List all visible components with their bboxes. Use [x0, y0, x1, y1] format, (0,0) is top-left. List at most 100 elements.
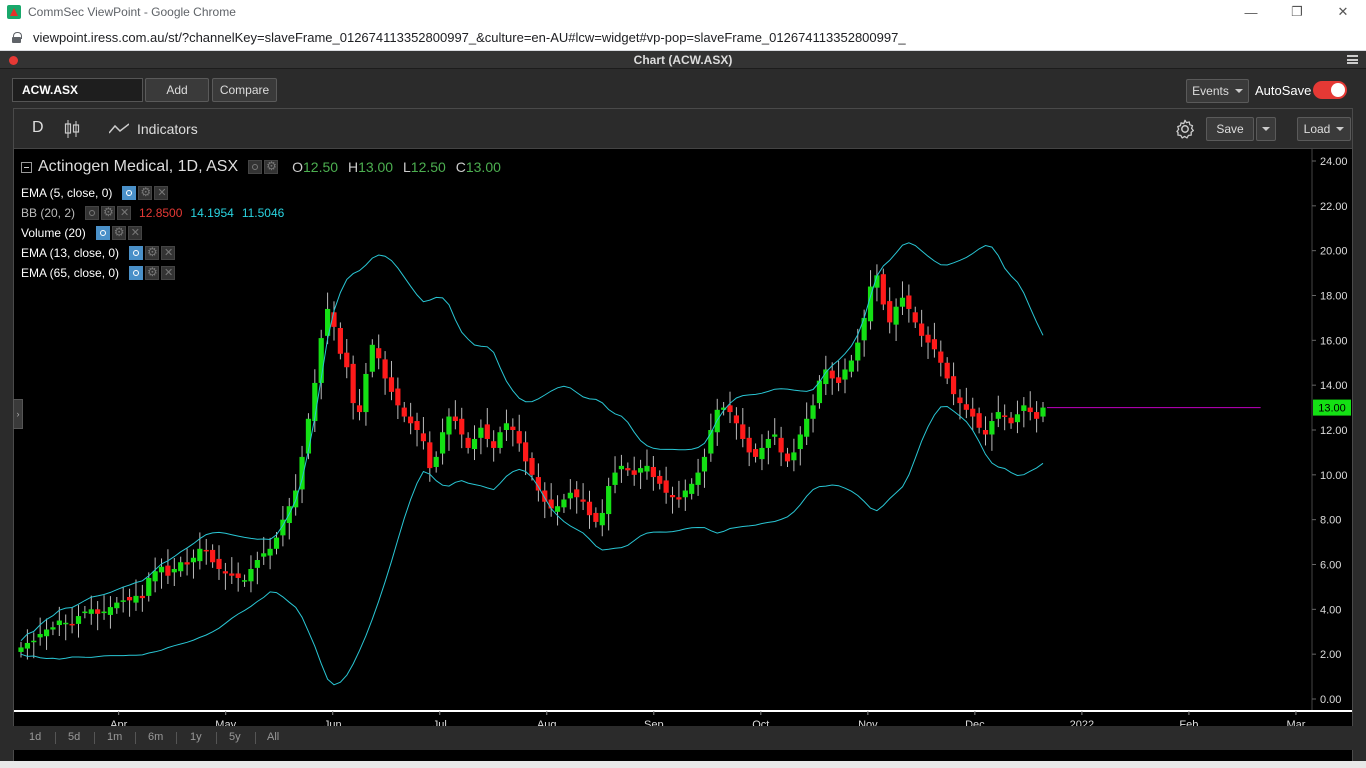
tf-1y[interactable]: 1y	[190, 731, 202, 743]
load-dropdown[interactable]: Load	[1297, 117, 1351, 141]
candle-up	[567, 492, 573, 499]
save-options-dropdown[interactable]	[1256, 117, 1276, 141]
gear-icon[interactable]	[145, 265, 160, 280]
candle-up	[107, 607, 114, 615]
tf-1d[interactable]: 1d	[29, 731, 41, 743]
load-label: Load	[1303, 122, 1331, 136]
autosave-toggle[interactable]	[1313, 81, 1347, 99]
add-button[interactable]: Add	[145, 78, 209, 102]
candle-up	[848, 360, 854, 372]
price-chart[interactable]: 24.00 22.00 20.00 18.00 16.00 14.00 12.00 10.00…	[14, 149, 1352, 762]
candle-up	[1040, 407, 1046, 417]
tf-5d[interactable]: 5d	[68, 731, 80, 743]
tf-1m[interactable]: 1m	[107, 731, 122, 743]
candle-down	[420, 433, 427, 442]
gear-icon[interactable]	[145, 245, 160, 260]
candle-down	[727, 405, 733, 413]
candle-up	[24, 642, 30, 649]
hamburger-menu-icon[interactable]	[1347, 55, 1358, 64]
events-dropdown[interactable]: Events	[1186, 79, 1249, 103]
instrument-title: Actinogen Medical, 1D, ASX	[38, 158, 239, 175]
candle-down	[408, 416, 414, 424]
open-value: 12.50	[303, 159, 339, 175]
tf-5y[interactable]: 5y	[229, 731, 241, 743]
candle-up	[606, 486, 612, 515]
commsec-favicon-icon	[7, 5, 21, 19]
tf-6m[interactable]: 6m	[148, 731, 163, 743]
lock-icon[interactable]	[12, 31, 22, 43]
candle-up	[261, 553, 267, 557]
candle-down	[484, 424, 490, 439]
restore-icon[interactable]: ❐	[1274, 0, 1320, 24]
save-button[interactable]: Save	[1206, 117, 1254, 141]
gear-icon[interactable]	[264, 159, 279, 174]
candle-up	[503, 423, 510, 430]
remove-icon[interactable]	[117, 206, 132, 220]
indicators-button[interactable]: Indicators	[137, 121, 198, 137]
candle-down	[350, 363, 356, 404]
url-text[interactable]: viewpoint.iress.com.au/st/?channelKey=sl…	[33, 30, 906, 45]
candle-down	[957, 397, 963, 404]
candle-down	[465, 437, 471, 448]
bollinger-lower-band	[20, 405, 1044, 686]
address-bar[interactable]: viewpoint.iress.com.au/st/?channelKey=sl…	[0, 24, 1366, 51]
expand-sidebar-icon[interactable]: ›	[13, 399, 23, 429]
minimize-icon[interactable]: —	[1228, 0, 1274, 24]
high-key: H	[347, 159, 359, 175]
close-value: 13.00	[465, 159, 501, 175]
indicator-ema65: EMA (65, close, 0)	[21, 265, 176, 280]
eye-icon[interactable]	[248, 160, 263, 174]
candle-down	[222, 571, 228, 574]
chart-toolbar: D Indicators Save Load	[14, 109, 1352, 149]
compare-button[interactable]: Compare	[212, 78, 277, 102]
indicator-label: EMA (65, close, 0)	[21, 266, 120, 280]
candle-down	[733, 415, 739, 424]
candle-up	[772, 434, 778, 437]
candle-up	[120, 600, 126, 602]
chevron-down-icon	[1262, 127, 1270, 131]
gear-icon[interactable]	[101, 205, 116, 220]
candle-down	[593, 512, 599, 522]
price-tick-label: 12.00	[1320, 425, 1348, 437]
symbol-input[interactable]	[12, 78, 143, 102]
interval-button[interactable]: D	[32, 119, 44, 137]
window-controls: — ❐ ✕	[1228, 0, 1366, 24]
collapse-legend-icon[interactable]	[21, 161, 32, 173]
eye-icon[interactable]	[122, 186, 137, 200]
candle-down	[574, 489, 580, 498]
tf-all[interactable]: All	[267, 731, 279, 743]
candle-up	[50, 627, 56, 630]
candle-down	[1002, 415, 1008, 417]
last-price-label: 13.00	[1318, 403, 1346, 415]
candle-down	[976, 413, 982, 428]
candle-up	[637, 468, 644, 473]
candle-up	[842, 369, 848, 380]
settings-gear-icon[interactable]	[1174, 118, 1196, 140]
eye-icon[interactable]	[129, 246, 144, 260]
remove-icon[interactable]	[161, 266, 176, 280]
candle-down	[657, 475, 663, 484]
remove-icon[interactable]	[161, 246, 176, 260]
indicators-icon[interactable]	[109, 123, 129, 135]
candle-down	[676, 497, 682, 500]
plot-area[interactable]: 24.00 22.00 20.00 18.00 16.00 14.00 12.00 10.00…	[14, 149, 1352, 762]
price-tick-label: 10.00	[1320, 470, 1348, 482]
close-window-icon[interactable]: ✕	[1320, 0, 1366, 24]
open-key: O	[292, 159, 303, 175]
candle-up	[248, 568, 254, 582]
candle-down	[235, 573, 241, 578]
remove-icon[interactable]	[127, 226, 142, 240]
candle-up	[133, 595, 139, 603]
candle-down	[388, 377, 395, 392]
gear-icon[interactable]	[111, 225, 126, 240]
candlestick-icon[interactable]	[64, 120, 80, 138]
candle-down	[337, 328, 343, 354]
candle-down	[931, 339, 938, 350]
eye-icon[interactable]	[85, 206, 100, 220]
remove-icon[interactable]	[154, 186, 169, 200]
eye-icon[interactable]	[129, 266, 144, 280]
eye-icon[interactable]	[95, 226, 110, 240]
candle-up	[152, 571, 158, 582]
gear-icon[interactable]	[138, 185, 153, 200]
price-tick-label: 8.00	[1320, 515, 1341, 527]
